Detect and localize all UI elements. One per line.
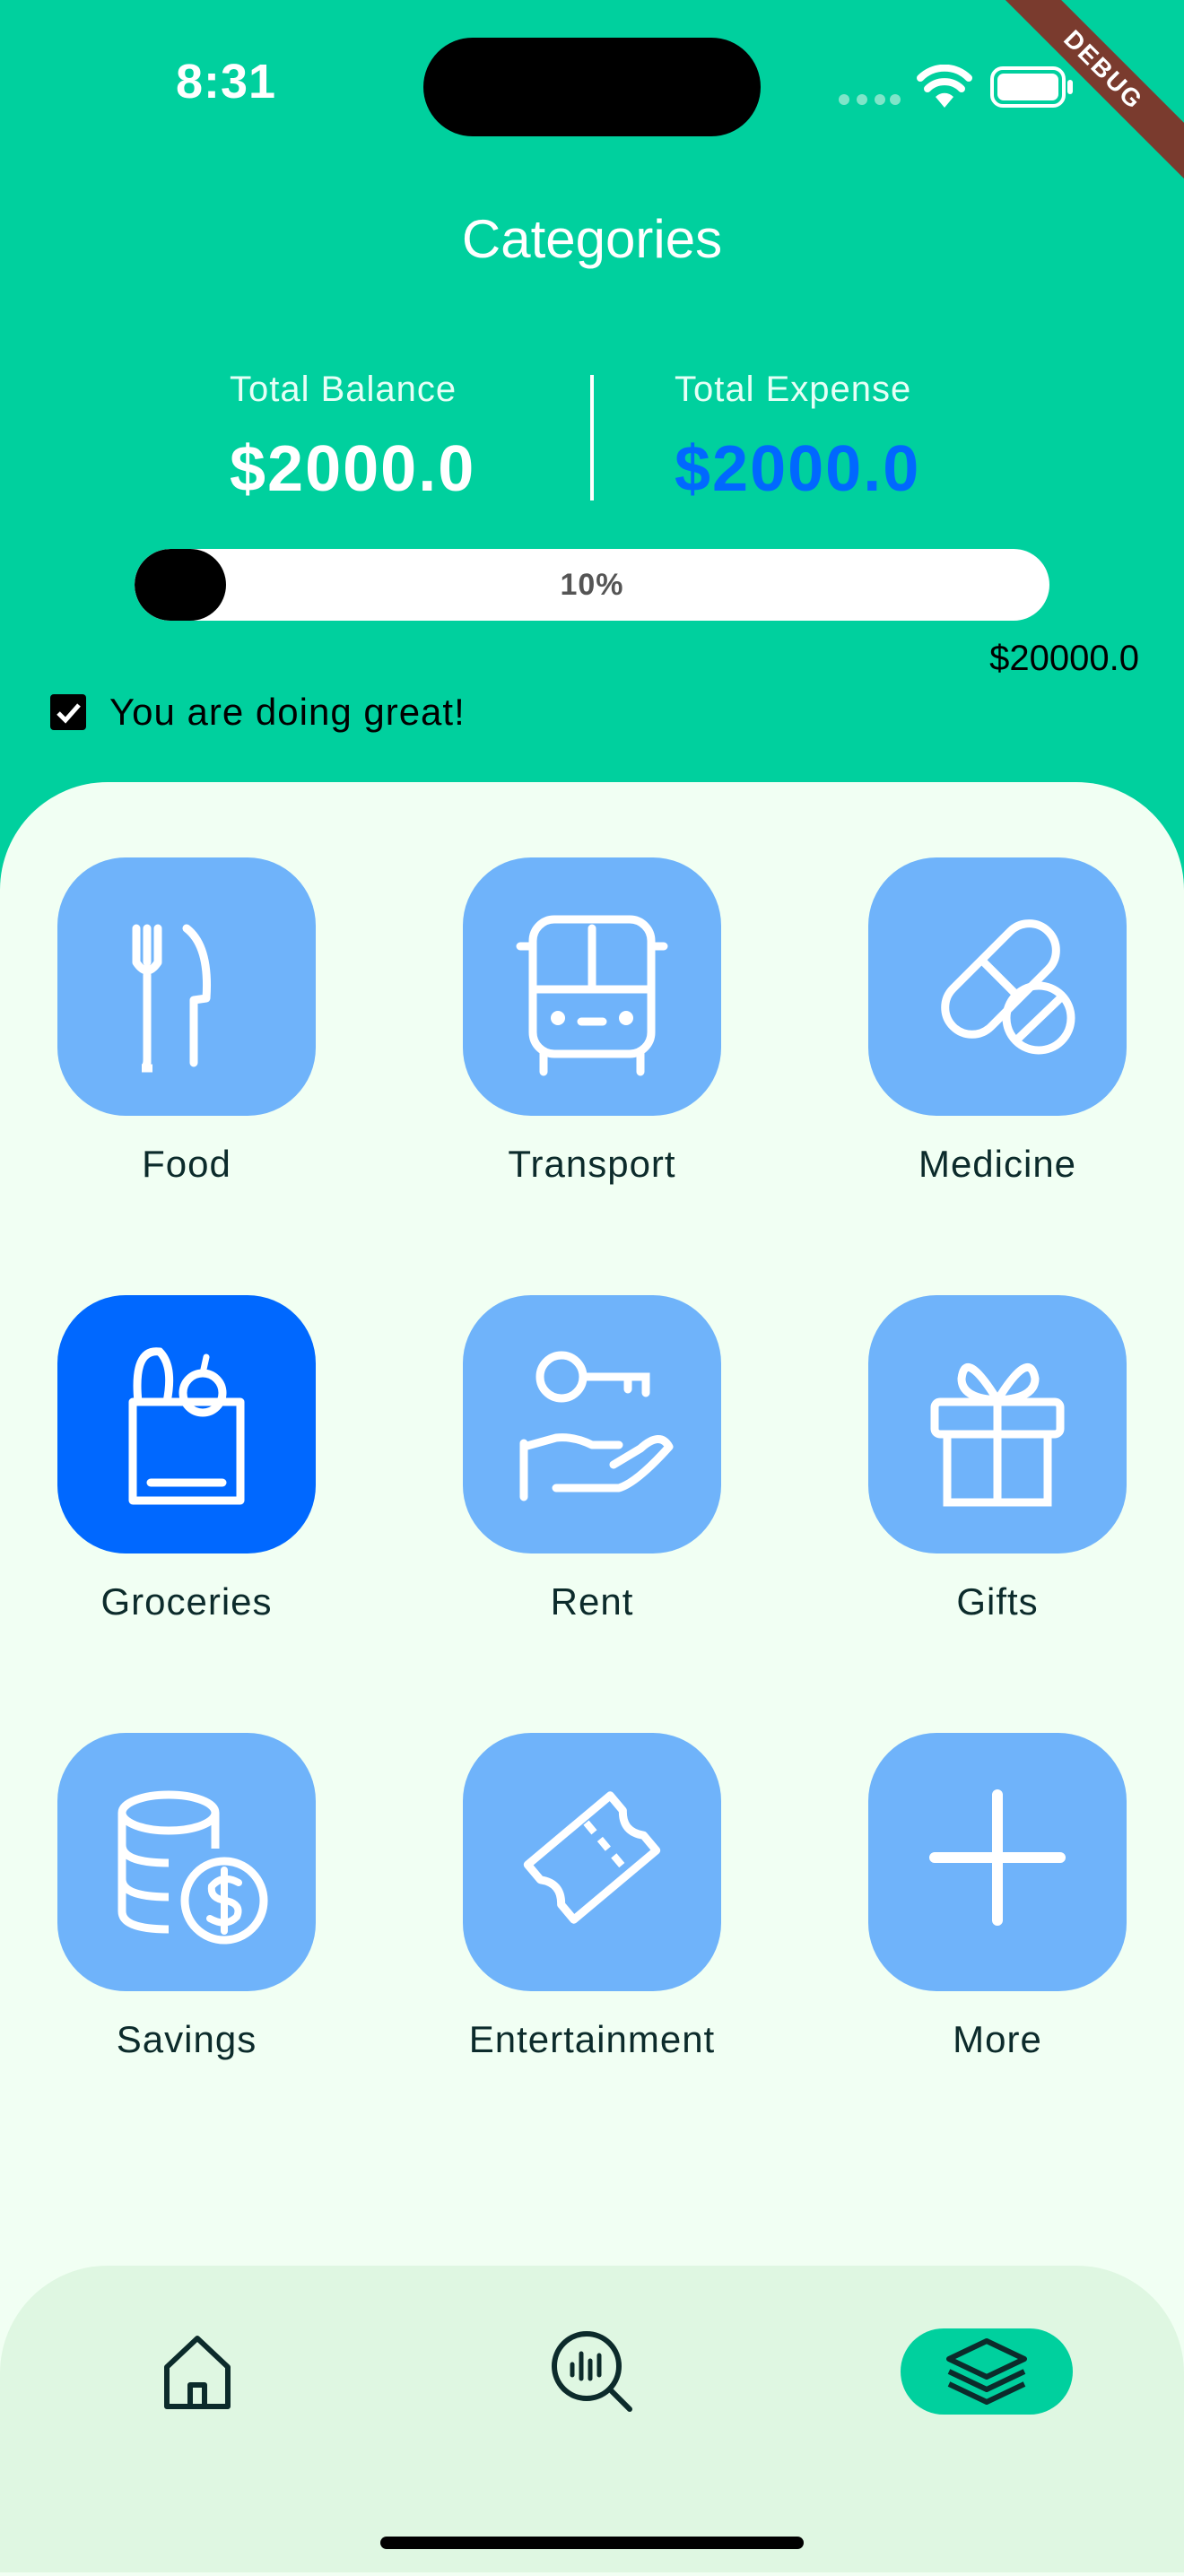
category-label: More [953, 2018, 1042, 2060]
category-groceries[interactable]: Groceries [57, 1295, 316, 1623]
bus-icon [516, 915, 668, 1076]
debug-banner: DEBUG [955, 0, 1184, 218]
layers-icon [946, 2338, 1027, 2405]
bottom-navigation [0, 2266, 1184, 2572]
nav-categories-button[interactable] [901, 2328, 1073, 2415]
category-tile-transport[interactable] [463, 857, 721, 1116]
analysis-icon [552, 2331, 632, 2412]
total-balance-value: $2000.0 [230, 433, 476, 505]
category-tile-food[interactable] [57, 857, 316, 1116]
key-hand-icon [519, 1351, 674, 1501]
nav-home-button[interactable] [152, 2328, 242, 2415]
battery-icon [990, 66, 1073, 108]
category-transport[interactable]: Transport [463, 857, 721, 1185]
ticket-icon [523, 1791, 661, 1924]
category-medicine[interactable]: Medicine [868, 857, 1127, 1185]
category-label: Gifts [956, 1580, 1039, 1623]
category-food[interactable]: Food [57, 857, 316, 1185]
category-savings[interactable]: Savings [57, 1733, 316, 2060]
status-time: 8:31 [176, 55, 277, 109]
category-label: Transport [508, 1143, 676, 1185]
category-more[interactable]: More [868, 1733, 1127, 2060]
category-label: Food [142, 1143, 231, 1185]
category-tile-gifts[interactable] [868, 1295, 1127, 1553]
gift-icon [930, 1363, 1065, 1507]
home-indicator [380, 2537, 804, 2549]
category-tile-more[interactable] [868, 1733, 1127, 1991]
progress-percent: 10% [560, 568, 624, 602]
wifi-icon [917, 65, 972, 108]
category-label: Entertainment [468, 2018, 716, 2060]
category-label: Rent [550, 1580, 634, 1623]
budget-progress-bar: 10% [135, 549, 1049, 621]
category-label: Savings [116, 2018, 257, 2060]
category-label: Medicine [918, 1143, 1077, 1185]
category-label: Groceries [100, 1580, 273, 1623]
category-gifts[interactable]: Gifts [868, 1295, 1127, 1623]
total-expense-value: $2000.0 [675, 433, 921, 505]
coins-icon [118, 1790, 268, 1945]
fork-knife-icon [132, 924, 211, 1073]
dynamic-island [423, 38, 761, 136]
total-balance-label: Total Balance [230, 370, 457, 409]
pill-icon [941, 919, 1075, 1055]
nav-analysis-button[interactable] [547, 2328, 637, 2415]
category-entertainment[interactable]: Entertainment [463, 1733, 721, 2060]
category-tile-medicine[interactable] [868, 857, 1127, 1116]
category-tile-entertainment[interactable] [463, 1733, 721, 1991]
checkbox-icon [50, 694, 86, 730]
category-rent[interactable]: Rent [463, 1295, 721, 1623]
plus-icon [929, 1789, 1066, 1926]
status-message: You are doing great! [109, 691, 466, 733]
category-tile-rent[interactable] [463, 1295, 721, 1553]
total-expense-label: Total Expense [675, 370, 912, 409]
category-tile-groceries[interactable] [57, 1295, 316, 1553]
home-icon [164, 2336, 231, 2409]
summary-divider [590, 375, 594, 500]
grocery-bag-icon [128, 1347, 245, 1505]
page-title: Categories [461, 209, 723, 269]
signal-icon [839, 94, 901, 105]
budget-limit: $20000.0 [989, 639, 1139, 678]
category-tile-savings[interactable] [57, 1733, 316, 1991]
